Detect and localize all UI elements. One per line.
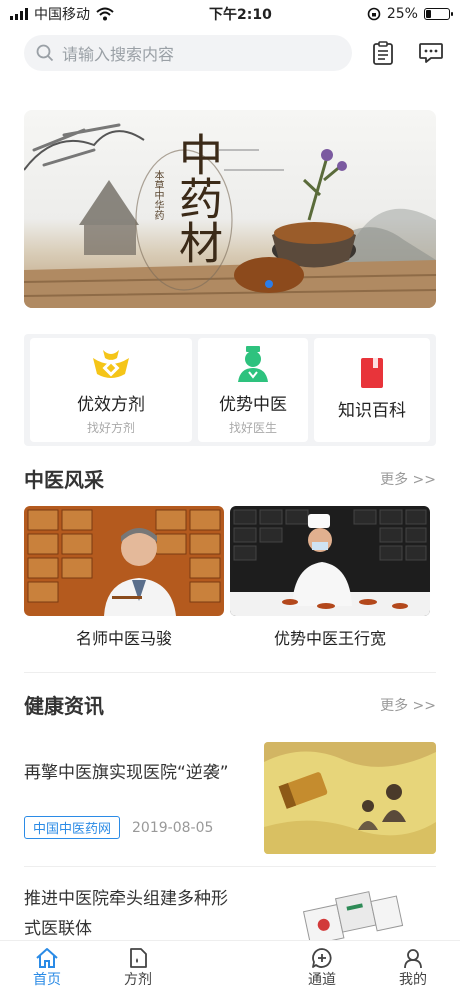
quick-entry-title: 优效方剂	[77, 395, 145, 415]
section-header-news: 健康资讯 更多 >>	[24, 690, 436, 719]
status-bar: 中国移动 下午2:10 25%	[0, 0, 460, 28]
news-divider	[24, 866, 436, 867]
battery-percent: 25%	[386, 6, 418, 22]
wifi-icon	[96, 7, 114, 21]
news-date: 2019-08-05	[132, 819, 214, 836]
home-icon	[36, 948, 58, 968]
rotation-lock-icon	[367, 7, 381, 21]
tab-label: 首页	[33, 972, 61, 988]
news-title: 再擎中医旗实现医院“逆袭”	[24, 763, 229, 783]
tab-label: 通道	[308, 972, 336, 988]
carrier-label: 中国移动	[34, 7, 90, 23]
search-header: 请输入搜索内容	[0, 28, 460, 78]
status-left: 中国移动	[10, 4, 114, 24]
search-bar[interactable]: 请输入搜索内容	[24, 35, 352, 71]
tab-profile[interactable]: 我的	[388, 947, 438, 989]
prescription-icon	[130, 948, 147, 968]
news-source-tag: 中国中医药网	[24, 816, 121, 839]
tab-label: 我的	[399, 972, 427, 988]
doctor-card[interactable]: 优势中医王行宽	[230, 506, 430, 649]
status-time: 下午2:10	[209, 7, 272, 23]
tab-prescription[interactable]: 方剂	[113, 947, 163, 989]
more-link[interactable]: 更多 >>	[380, 695, 436, 715]
doctor-card-caption: 优势中医王行宽	[273, 629, 386, 648]
banner-carousel[interactable]: 中药材 本草中华药	[24, 110, 436, 308]
quick-entry-title: 知识百科	[338, 400, 406, 421]
tab-label: 方剂	[124, 972, 152, 988]
bottom-tab-bar: 首页 方剂 通道 我的	[0, 940, 460, 996]
tab-channel[interactable]: 通道	[297, 947, 347, 989]
doctor-photo	[24, 506, 224, 616]
quick-entry-subtitle: 找好医生	[228, 421, 277, 435]
quick-entry-doctor[interactable]: 优势中医 找好医生	[198, 338, 308, 442]
quick-entry-encyclopedia[interactable]: 知识百科	[314, 338, 430, 442]
banner-landscape-illustration	[24, 123, 436, 308]
news-meta: 中国中医药网 2019-08-05	[24, 816, 213, 839]
section-header-tcm: 中医风采 更多 >>	[24, 464, 436, 493]
banner-seal: 本草中华药	[152, 170, 163, 220]
doctor-card[interactable]: 名师中医马骏	[24, 506, 224, 649]
quick-entry-panel: 优效方剂 找好方剂 优势中医 找好医生 知识百科	[24, 334, 436, 446]
battery-icon	[423, 8, 453, 20]
section-divider	[24, 672, 436, 673]
section-title: 中医风采	[24, 468, 104, 492]
section-title: 健康资讯	[24, 694, 104, 718]
status-right: 25%	[367, 6, 453, 22]
search-icon	[36, 44, 54, 62]
quick-entry-formula[interactable]: 优效方剂 找好方剂	[30, 338, 192, 442]
news-title: 推进中医院牵头组建多种形式医联体	[24, 889, 228, 939]
gold-ingot-icon	[93, 350, 129, 378]
search-placeholder: 请输入搜索内容	[62, 45, 175, 64]
banner-title: 中药材	[171, 132, 222, 264]
channel-icon	[312, 948, 332, 968]
book-icon	[361, 357, 383, 388]
news-item[interactable]: 再擎中医旗实现医院“逆袭” 中国中医药网 2019-08-05	[24, 742, 436, 854]
quick-entry-subtitle: 找好方剂	[86, 421, 135, 435]
doctor-card-caption: 名师中医马骏	[75, 629, 172, 648]
signal-icon	[10, 8, 28, 20]
message-icon[interactable]	[414, 36, 448, 70]
news-thumbnail	[264, 742, 436, 854]
more-link[interactable]: 更多 >>	[380, 469, 436, 489]
clipboard-icon[interactable]	[366, 36, 400, 70]
quick-entry-title: 优势中医	[219, 395, 287, 415]
carousel-indicator[interactable]	[265, 280, 273, 288]
doctor-photo	[230, 506, 430, 616]
tab-home[interactable]: 首页	[22, 947, 72, 989]
news-item[interactable]: 推进中医院牵头组建多种形式医联体	[24, 880, 436, 940]
news-thumbnail	[296, 888, 408, 940]
doctor-icon	[238, 346, 268, 382]
profile-icon	[404, 949, 422, 969]
